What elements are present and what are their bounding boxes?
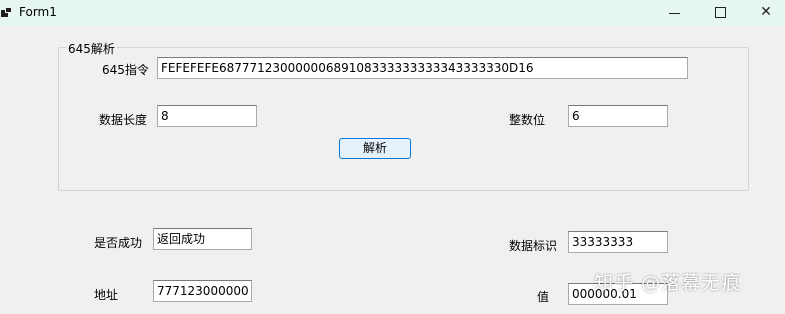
integer-digits-label: 整数位: [509, 113, 546, 127]
close-button[interactable]: ✕: [743, 0, 785, 26]
title-bar[interactable]: Form1 ✕: [0, 0, 785, 26]
maximize-icon: [715, 7, 726, 18]
command-input[interactable]: FEFEFEFE68777123000000689108333333333343…: [157, 57, 688, 79]
success-output[interactable]: 返回成功: [153, 228, 252, 250]
minimize-icon: [669, 13, 680, 14]
watermark: 知乎 @落幕无痕: [594, 272, 742, 294]
value-label: 值: [537, 290, 550, 304]
maximize-button[interactable]: [697, 0, 743, 26]
data-length-input[interactable]: 8: [157, 105, 257, 127]
data-length-label: 数据长度: [99, 113, 148, 127]
data-id-label: 数据标识: [509, 239, 558, 253]
address-label: 地址: [94, 288, 119, 302]
data-id-output[interactable]: 33333333: [568, 231, 668, 253]
app-icon: [1, 7, 12, 18]
parse-button[interactable]: 解析: [339, 138, 411, 159]
close-icon: ✕: [760, 4, 772, 20]
success-label: 是否成功: [94, 236, 143, 250]
window-title: Form1: [19, 5, 57, 19]
address-output[interactable]: 777123000000: [153, 280, 252, 302]
integer-digits-input[interactable]: 6: [568, 105, 668, 127]
command-label: 645指令: [102, 63, 149, 77]
groupbox-legend: 645解析: [66, 40, 117, 57]
minimize-button[interactable]: [651, 0, 697, 26]
